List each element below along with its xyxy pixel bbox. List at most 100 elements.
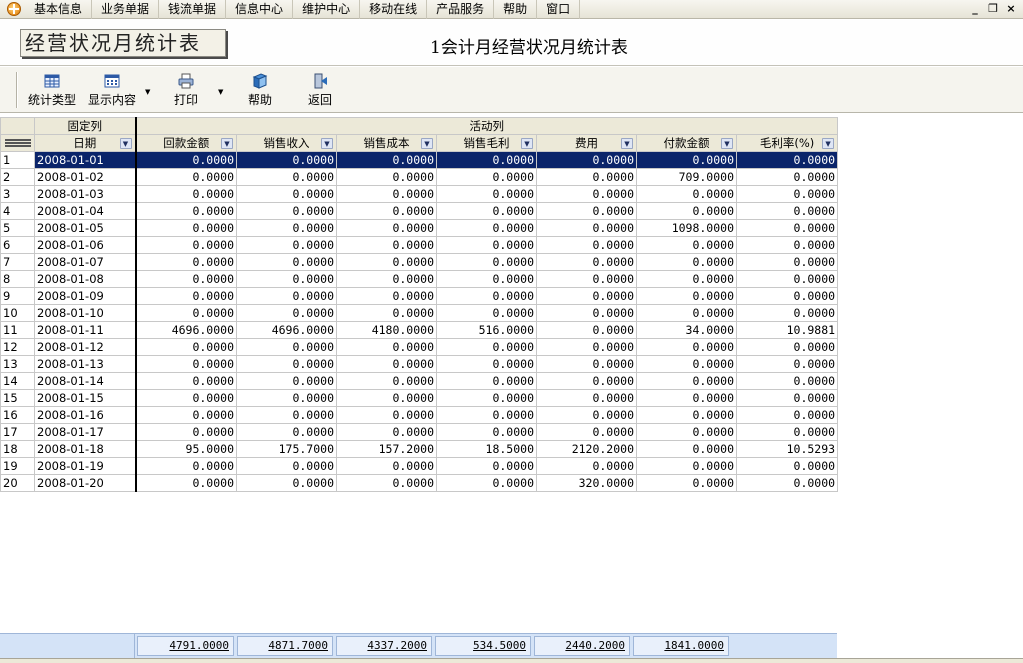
cell-margin-rate[interactable]: 0.0000 bbox=[735, 219, 839, 237]
toolbar-grip[interactable] bbox=[16, 72, 18, 108]
row-number[interactable]: 14 bbox=[0, 372, 35, 390]
row-number[interactable]: 13 bbox=[0, 355, 35, 373]
cell-received[interactable]: 0.0000 bbox=[135, 474, 237, 492]
cell-sales-revenue[interactable]: 0.0000 bbox=[236, 389, 337, 407]
cell-received[interactable]: 0.0000 bbox=[135, 457, 237, 475]
cell-sales-revenue[interactable]: 0.0000 bbox=[236, 304, 337, 322]
cell-date[interactable]: 2008-01-20 bbox=[34, 474, 137, 492]
cell-sales-cost[interactable]: 0.0000 bbox=[336, 338, 437, 356]
cell-payment[interactable]: 0.0000 bbox=[636, 406, 737, 424]
cell-sales-cost[interactable]: 4180.0000 bbox=[336, 321, 437, 339]
col-header-payment[interactable]: 付款金额 ▼ bbox=[636, 134, 737, 152]
col-header-received[interactable]: 回款金额 ▼ bbox=[135, 134, 237, 152]
cell-date[interactable]: 2008-01-02 bbox=[34, 168, 137, 186]
row-number[interactable]: 3 bbox=[0, 185, 35, 203]
cell-margin-rate[interactable]: 0.0000 bbox=[735, 372, 839, 390]
cell-expense[interactable]: 0.0000 bbox=[536, 304, 637, 322]
cell-date[interactable]: 2008-01-11 bbox=[34, 321, 137, 339]
cell-sales-revenue[interactable]: 0.0000 bbox=[236, 168, 337, 186]
cell-date[interactable]: 2008-01-01 bbox=[34, 151, 137, 169]
cell-gross-profit[interactable]: 0.0000 bbox=[436, 338, 537, 356]
row-number[interactable]: 19 bbox=[0, 457, 35, 475]
cell-gross-profit[interactable]: 516.0000 bbox=[436, 321, 537, 339]
table-row[interactable]: 20 2008-01-20 0.0000 0.0000 0.0000 0.0000 320.… bbox=[0, 474, 839, 492]
cell-margin-rate[interactable]: 0.0000 bbox=[735, 270, 839, 288]
cell-payment[interactable]: 0.0000 bbox=[636, 253, 737, 271]
table-row[interactable]: 5 2008-01-05 0.0000 0.0000 0.0000 0.0000 0.000… bbox=[0, 219, 839, 237]
cell-gross-profit[interactable]: 0.0000 bbox=[436, 253, 537, 271]
row-number[interactable]: 5 bbox=[0, 219, 35, 237]
cell-payment[interactable]: 0.0000 bbox=[636, 304, 737, 322]
menu-item-help[interactable]: 帮助 bbox=[494, 0, 538, 19]
cell-margin-rate[interactable]: 0.0000 bbox=[735, 304, 839, 322]
cell-sales-revenue[interactable]: 0.0000 bbox=[236, 372, 337, 390]
cell-gross-profit[interactable]: 0.0000 bbox=[436, 270, 537, 288]
cell-date[interactable]: 2008-01-09 bbox=[34, 287, 137, 305]
cell-payment[interactable]: 0.0000 bbox=[636, 151, 737, 169]
help-button[interactable]: 帮助 bbox=[242, 71, 278, 109]
row-number[interactable]: 8 bbox=[0, 270, 35, 288]
cell-gross-profit[interactable]: 0.0000 bbox=[436, 151, 537, 169]
cell-margin-rate[interactable]: 0.0000 bbox=[735, 151, 839, 169]
cell-sales-cost[interactable]: 0.0000 bbox=[336, 474, 437, 492]
cell-sales-revenue[interactable]: 0.0000 bbox=[236, 406, 337, 424]
cell-sales-revenue[interactable]: 0.0000 bbox=[236, 287, 337, 305]
cell-sales-cost[interactable]: 0.0000 bbox=[336, 389, 437, 407]
cell-expense[interactable]: 320.0000 bbox=[536, 474, 637, 492]
cell-date[interactable]: 2008-01-15 bbox=[34, 389, 137, 407]
cell-date[interactable]: 2008-01-17 bbox=[34, 423, 137, 441]
cell-sales-cost[interactable]: 0.0000 bbox=[336, 423, 437, 441]
menu-item-maintenance-center[interactable]: 维护中心 bbox=[293, 0, 361, 19]
menu-item-window[interactable]: 窗口 bbox=[537, 0, 581, 19]
row-number[interactable]: 10 bbox=[0, 304, 35, 322]
cell-date[interactable]: 2008-01-03 bbox=[34, 185, 137, 203]
table-row[interactable]: 2 2008-01-02 0.0000 0.0000 0.0000 0.0000 0.000… bbox=[0, 168, 839, 186]
cell-sales-revenue[interactable]: 0.0000 bbox=[236, 185, 337, 203]
cell-expense[interactable]: 0.0000 bbox=[536, 406, 637, 424]
table-row[interactable]: 13 2008-01-13 0.0000 0.0000 0.0000 0.0000 0.00… bbox=[0, 355, 839, 373]
cell-gross-profit[interactable]: 0.0000 bbox=[436, 474, 537, 492]
table-row[interactable]: 16 2008-01-16 0.0000 0.0000 0.0000 0.0000 0.00… bbox=[0, 406, 839, 424]
cell-gross-profit[interactable]: 0.0000 bbox=[436, 185, 537, 203]
cell-margin-rate[interactable]: 0.0000 bbox=[735, 338, 839, 356]
cell-sales-revenue[interactable]: 0.0000 bbox=[236, 219, 337, 237]
app-logo-icon[interactable] bbox=[7, 2, 21, 16]
table-row[interactable]: 9 2008-01-09 0.0000 0.0000 0.0000 0.0000 0.000… bbox=[0, 287, 839, 305]
cell-sales-revenue[interactable]: 0.0000 bbox=[236, 236, 337, 254]
col-header-sales-revenue[interactable]: 销售收入 ▼ bbox=[236, 134, 337, 152]
cell-payment[interactable]: 0.0000 bbox=[636, 423, 737, 441]
cell-margin-rate[interactable]: 0.0000 bbox=[735, 253, 839, 271]
print-button[interactable]: 打印 bbox=[168, 71, 204, 109]
cell-margin-rate[interactable]: 0.0000 bbox=[735, 423, 839, 441]
cell-expense[interactable]: 0.0000 bbox=[536, 355, 637, 373]
cell-date[interactable]: 2008-01-04 bbox=[34, 202, 137, 220]
display-content-button[interactable]: 显示内容 bbox=[86, 71, 138, 109]
row-number[interactable]: 4 bbox=[0, 202, 35, 220]
cell-sales-cost[interactable]: 0.0000 bbox=[336, 236, 437, 254]
restore-icon[interactable]: ❐ bbox=[987, 3, 999, 15]
cell-margin-rate[interactable]: 10.9881 bbox=[735, 321, 839, 339]
cell-margin-rate[interactable]: 0.0000 bbox=[735, 202, 839, 220]
cell-gross-profit[interactable]: 0.0000 bbox=[436, 457, 537, 475]
cell-date[interactable]: 2008-01-06 bbox=[34, 236, 137, 254]
cell-date[interactable]: 2008-01-13 bbox=[34, 355, 137, 373]
col-header-margin-rate[interactable]: 毛利率(%) ▼ bbox=[735, 134, 839, 152]
cell-gross-profit[interactable]: 0.0000 bbox=[436, 423, 537, 441]
cell-sales-cost[interactable]: 0.0000 bbox=[336, 219, 437, 237]
cell-received[interactable]: 4696.0000 bbox=[135, 321, 237, 339]
cell-sales-cost[interactable]: 0.0000 bbox=[336, 355, 437, 373]
cell-date[interactable]: 2008-01-19 bbox=[34, 457, 137, 475]
cell-sales-revenue[interactable]: 0.0000 bbox=[236, 270, 337, 288]
cell-date[interactable]: 2008-01-12 bbox=[34, 338, 137, 356]
close-icon[interactable]: × bbox=[1005, 3, 1017, 15]
table-row[interactable]: 10 2008-01-10 0.0000 0.0000 0.0000 0.0000 0.00… bbox=[0, 304, 839, 322]
cell-sales-cost[interactable]: 0.0000 bbox=[336, 406, 437, 424]
row-number[interactable]: 6 bbox=[0, 236, 35, 254]
table-row[interactable]: 15 2008-01-15 0.0000 0.0000 0.0000 0.0000 0.00… bbox=[0, 389, 839, 407]
filter-dropdown-icon[interactable]: ▼ bbox=[321, 138, 333, 149]
filter-dropdown-icon[interactable]: ▼ bbox=[421, 138, 433, 149]
cell-received[interactable]: 0.0000 bbox=[135, 423, 237, 441]
cell-received[interactable]: 0.0000 bbox=[135, 202, 237, 220]
cell-date[interactable]: 2008-01-05 bbox=[34, 219, 137, 237]
col-header-date[interactable]: 日期 ▼ bbox=[34, 134, 137, 152]
